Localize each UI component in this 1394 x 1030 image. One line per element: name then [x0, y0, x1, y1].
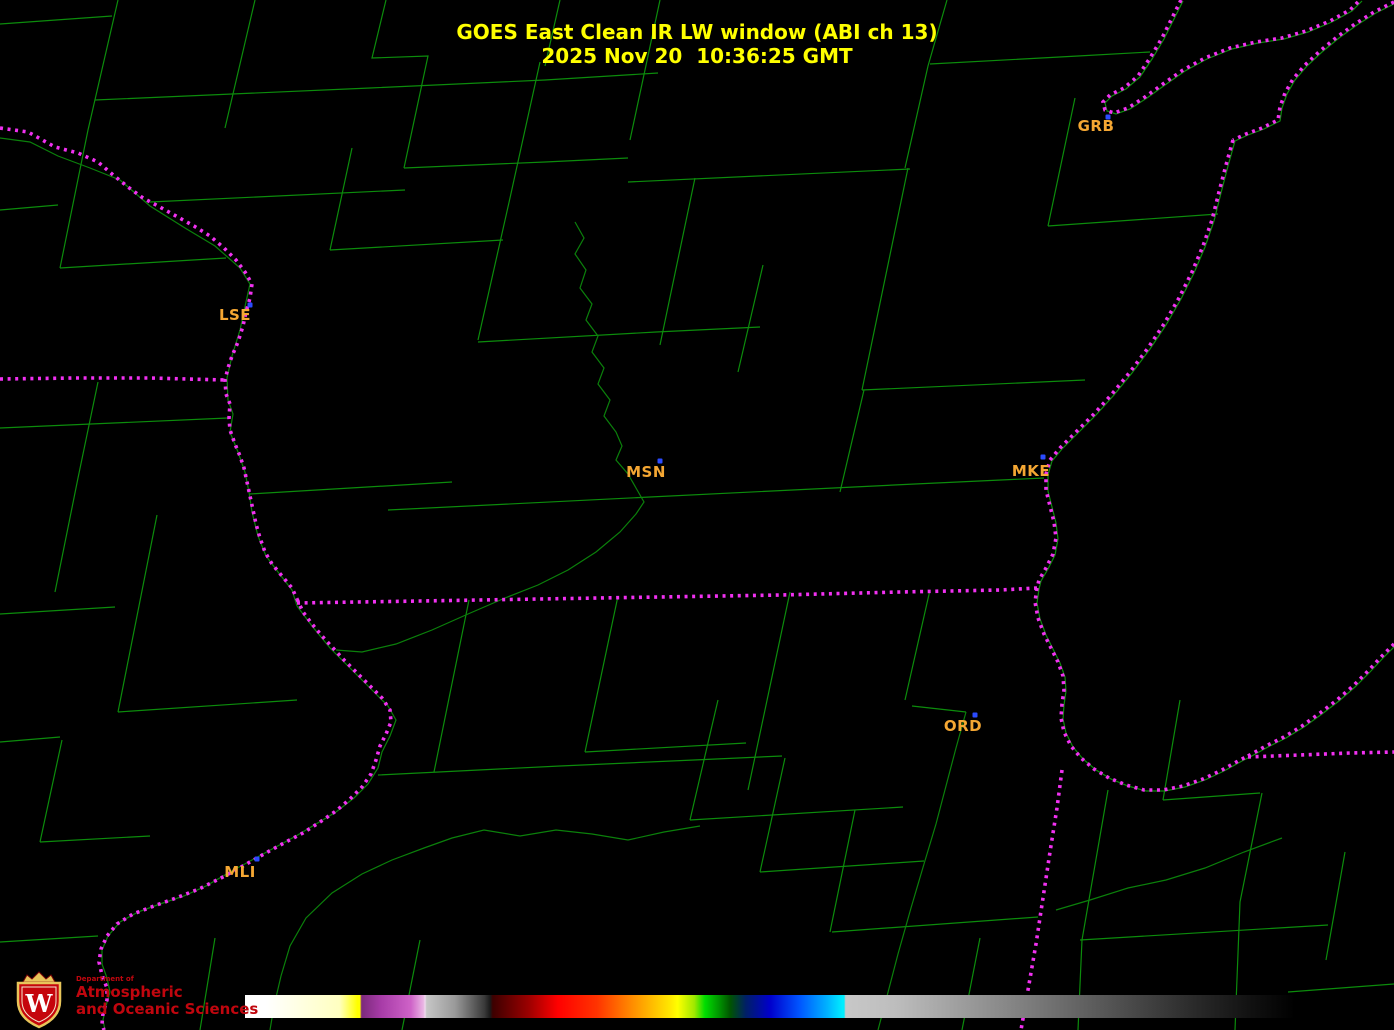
- county-boundary-line: [1288, 984, 1394, 992]
- county-boundary-line: [95, 73, 658, 100]
- county-boundary-line: [1163, 700, 1180, 800]
- county-boundary-line: [55, 382, 98, 592]
- image-timestamp: 2025 Nov 20 10:36:25 GMT: [0, 45, 1394, 68]
- river-line: [878, 712, 966, 1030]
- county-boundary-line: [862, 380, 1085, 390]
- state-boundary-dotted: [297, 588, 1037, 603]
- uw-aos-logo: W Department of Atmospheric and Oceanic …: [10, 970, 350, 1030]
- state-boundary-dotted: [99, 599, 391, 1030]
- county-boundary-line: [585, 743, 746, 752]
- county-boundary-line: [1326, 852, 1345, 960]
- svg-text:W: W: [25, 989, 54, 1018]
- ir-temperature-colorbar: [245, 995, 1295, 1018]
- river-line: [0, 138, 297, 606]
- county-boundary-line: [378, 756, 782, 775]
- county-boundary-line: [862, 168, 908, 390]
- state-boundary-dotted: [0, 128, 297, 599]
- city-label-MKE: MKE: [971, 462, 1091, 480]
- county-boundary-line: [1080, 925, 1328, 940]
- state-boundary-dotted: [1248, 644, 1394, 756]
- river-line: [102, 606, 396, 1030]
- uw-crest-icon: W: [10, 970, 68, 1030]
- county-boundary-line: [0, 737, 60, 742]
- county-boundary-line: [250, 482, 452, 494]
- city-label-ORD: ORD: [903, 717, 1023, 735]
- county-boundary-line: [0, 205, 58, 210]
- lake-shoreline-green: [1250, 645, 1394, 757]
- state-boundary-dotted: [1021, 770, 1062, 1030]
- county-boundary-line: [912, 706, 966, 712]
- county-boundary-line: [1078, 790, 1108, 1030]
- county-boundary-line: [1163, 793, 1260, 800]
- county-boundary-line: [1048, 214, 1218, 226]
- county-boundary-line: [478, 327, 760, 342]
- logo-dept-line: Department of: [76, 976, 258, 983]
- county-boundary-line: [760, 861, 924, 872]
- logo-name-line1: Atmospheric: [76, 985, 258, 1000]
- goes-ir-satellite-image: GOES East Clean IR LW window (ABI ch 13)…: [0, 0, 1394, 1030]
- county-boundary-line: [118, 515, 157, 712]
- county-boundary-line: [60, 258, 226, 268]
- city-dot-MLI: [255, 857, 260, 862]
- county-boundary-line: [690, 807, 903, 820]
- county-boundary-line: [40, 740, 62, 842]
- county-boundary-line: [0, 418, 228, 428]
- city-label-MLI: MLI: [180, 863, 300, 881]
- state-boundary-dotted: [0, 378, 225, 380]
- image-title: GOES East Clean IR LW window (ABI ch 13): [0, 21, 1394, 44]
- county-boundary-line: [0, 607, 115, 614]
- county-boundary-line: [404, 158, 628, 168]
- county-boundary-line: [118, 700, 297, 712]
- county-boundary-line: [330, 148, 352, 250]
- county-boundary-line: [40, 836, 150, 842]
- county-boundary-line: [434, 600, 469, 772]
- county-boundary-line: [0, 936, 98, 942]
- logo-name-line2: and Oceanic Sciences: [76, 1002, 258, 1017]
- county-boundary-line: [748, 592, 790, 790]
- city-label-MSN: MSN: [586, 463, 706, 481]
- city-label-GRB: GRB: [1036, 117, 1156, 135]
- county-boundary-line: [905, 590, 930, 700]
- city-dot-MKE: [1041, 455, 1046, 460]
- county-boundary-line: [830, 810, 855, 932]
- river-line: [1056, 838, 1282, 910]
- city-label-LSE: LSE: [175, 306, 295, 324]
- county-boundary-line: [840, 390, 864, 492]
- county-boundary-line: [150, 190, 405, 202]
- state-boundary-dotted: [1248, 752, 1394, 757]
- county-boundary-line: [388, 478, 1044, 510]
- county-boundary-line: [478, 62, 540, 340]
- county-boundary-line: [832, 917, 1038, 932]
- county-boundary-line: [660, 178, 695, 345]
- county-boundary-line: [628, 169, 910, 182]
- county-boundary-line: [738, 265, 763, 372]
- county-boundary-line: [330, 240, 503, 250]
- county-boundary-line: [585, 596, 618, 752]
